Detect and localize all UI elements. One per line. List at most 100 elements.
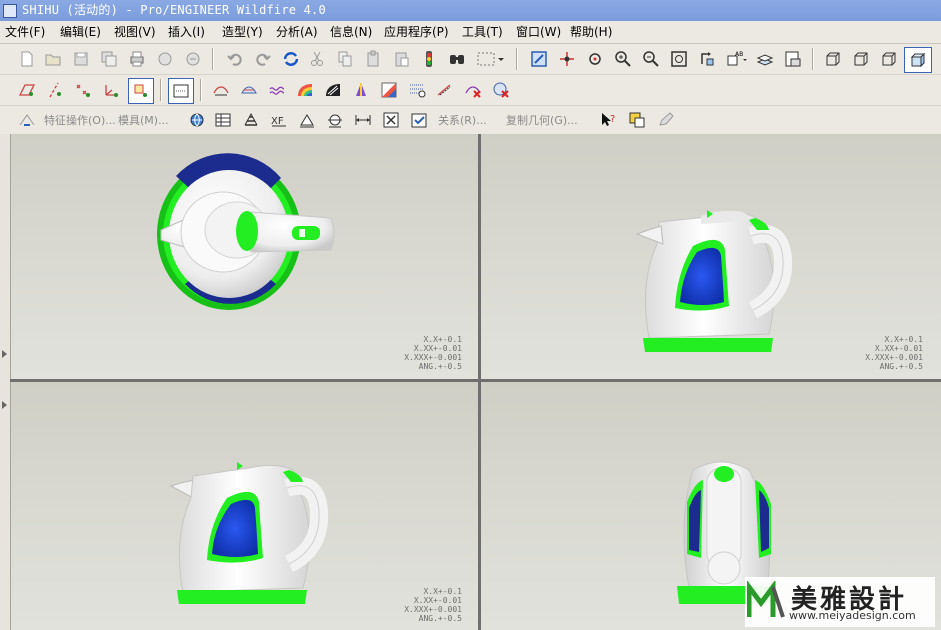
paste-button[interactable] [362, 48, 384, 70]
cut-button[interactable] [306, 48, 328, 70]
menu-help[interactable]: 帮助(H) [570, 24, 612, 40]
menu-analysis[interactable]: 分析(A) [276, 24, 318, 40]
orient-mode-button[interactable] [584, 48, 606, 70]
spin-center-button[interactable] [556, 48, 578, 70]
delete-all-analysis-button[interactable] [490, 79, 512, 101]
curvature-analysis-button[interactable] [210, 79, 232, 101]
traffic-light-icon [426, 51, 432, 67]
tolerance-line: X.XX+-0.01 [413, 344, 462, 353]
svg-text:XF: XF [271, 116, 284, 127]
save-button[interactable] [70, 48, 92, 70]
menu-window[interactable]: 窗口(W) [516, 24, 561, 40]
triangle-tool-button[interactable] [296, 109, 318, 131]
search-tool-button[interactable] [446, 48, 468, 70]
menu-edit[interactable]: 编辑(E) [60, 24, 101, 40]
transform-button[interactable]: XF [268, 109, 290, 131]
menu-info[interactable]: 信息(N) [330, 24, 372, 40]
copy-button[interactable] [334, 48, 356, 70]
family-table-button[interactable] [240, 109, 262, 131]
shading-button[interactable] [904, 47, 932, 73]
print-button[interactable] [126, 48, 148, 70]
reorient-button[interactable] [696, 48, 718, 70]
new-file-button[interactable] [16, 48, 38, 70]
redo-button[interactable] [252, 48, 274, 70]
feature-ops-menu[interactable]: 特征操作(O)... [44, 112, 116, 128]
reorient-icon [701, 52, 714, 66]
expand-arrow-icon[interactable] [2, 401, 7, 409]
datum-points-toggle[interactable] [72, 79, 94, 101]
zoom-in-button[interactable] [612, 48, 634, 70]
annotation-toggle[interactable] [128, 78, 154, 104]
menu-tools[interactable]: 工具(T) [462, 24, 503, 40]
menu-file[interactable]: 文件(F) [5, 24, 45, 40]
menu-view[interactable]: 视图(V) [114, 24, 156, 40]
open-file-button[interactable] [42, 48, 64, 70]
menu-applications[interactable]: 应用程序(P) [384, 24, 449, 40]
offset-analysis-button[interactable] [266, 79, 288, 101]
viewport-top-view[interactable]: X.X+-0.1 X.XX+-0.01 X.XXX+-0.001 ANG.+-0… [11, 134, 478, 379]
table-button[interactable] [212, 109, 234, 131]
model-tree-settings-button[interactable] [626, 109, 648, 131]
internet-button[interactable] [186, 109, 208, 131]
feature-ops-icon-button[interactable] [16, 109, 38, 131]
draft-icon [356, 83, 366, 96]
relations-menu[interactable]: 关系(R)... [438, 112, 487, 128]
datum-axes-toggle[interactable] [44, 79, 66, 101]
molds-menu[interactable]: 模具(M)... [118, 112, 169, 128]
no-hidden-button[interactable] [878, 48, 900, 70]
orient-icon [589, 53, 601, 65]
slope-analysis-button[interactable] [378, 79, 400, 101]
menu-styling[interactable]: 造型(Y) [222, 24, 263, 40]
dihedral-icon [437, 84, 451, 96]
reflection-analysis-button[interactable] [322, 79, 344, 101]
send-link-button[interactable] [182, 48, 204, 70]
draft-analysis-button[interactable] [350, 79, 372, 101]
curve-analysis-button[interactable] [406, 79, 428, 101]
delete-analysis-button[interactable] [462, 79, 484, 101]
send-mail-button[interactable] [154, 48, 176, 70]
saved-views-button[interactable]: AB [724, 48, 752, 70]
wireframe-button[interactable] [822, 48, 844, 70]
tolerance-line: X.X+-0.1 [423, 587, 462, 596]
sketch-display-button[interactable] [168, 78, 194, 104]
circle-tool-button[interactable] [324, 109, 346, 131]
copy-geometry-menu[interactable]: 复制几何(G)... [506, 112, 578, 128]
close-window-button[interactable] [380, 109, 402, 131]
dihedral-analysis-button[interactable] [434, 79, 456, 101]
section-analysis-icon [241, 86, 257, 94]
model-player-button[interactable] [418, 48, 440, 70]
viewport-side-view[interactable]: X.X+-0.1 X.XX+-0.01 X.XXX+-0.001 ANG.+-0… [481, 134, 941, 379]
zoom-out-button[interactable] [640, 48, 662, 70]
shaded-curvature-button[interactable] [294, 79, 316, 101]
coord-sys-toggle[interactable] [100, 79, 122, 101]
family-table-icon [244, 112, 258, 126]
section-analysis-button[interactable] [238, 79, 260, 101]
undo-button[interactable] [224, 48, 246, 70]
hidden-line-button[interactable] [850, 48, 872, 70]
repaint-button[interactable] [528, 48, 550, 70]
edit-disabled-button[interactable] [654, 109, 676, 131]
reflection-icon [326, 84, 340, 96]
checklist-button[interactable] [408, 109, 430, 131]
view-manager-button[interactable] [782, 48, 804, 70]
regenerate-button[interactable] [280, 48, 302, 70]
shaded-curvature-icon [298, 84, 312, 96]
paste-special-button[interactable] [390, 48, 412, 70]
left-collapse-strip[interactable] [0, 134, 11, 630]
no-hidden-cube-icon [882, 52, 896, 66]
layers-button[interactable] [754, 48, 776, 70]
context-help-button[interactable]: ? [598, 109, 620, 131]
curvature-icon [213, 86, 229, 96]
datum-planes-toggle[interactable] [16, 79, 38, 101]
delete-all-analysis-icon [493, 82, 509, 98]
menu-insert[interactable]: 插入(I) [168, 24, 205, 40]
tolerance-table: X.X+-0.1 X.XX+-0.01 X.XXX+-0.001 ANG.+-0… [396, 335, 462, 371]
selection-filter-button[interactable] [474, 48, 508, 70]
viewport-divider-horizontal [10, 379, 941, 382]
tree-settings-icon [629, 112, 645, 128]
save-copy-button[interactable] [98, 48, 120, 70]
refit-button[interactable] [668, 48, 690, 70]
viewport-front-view[interactable]: X.X+-0.1 X.XX+-0.01 X.XXX+-0.001 ANG.+-0… [11, 382, 478, 630]
dimension-button[interactable] [352, 109, 374, 131]
expand-arrow-icon[interactable] [2, 350, 7, 358]
